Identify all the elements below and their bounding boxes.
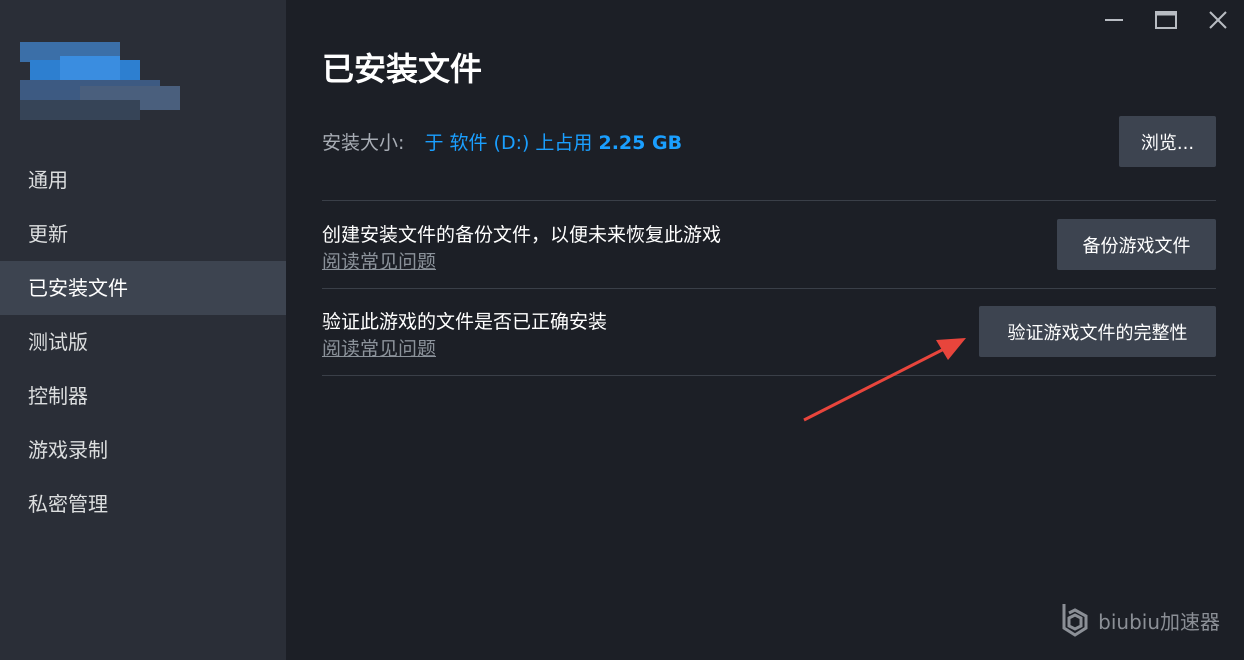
minimize-icon: [1105, 19, 1123, 21]
main-panel: 已安装文件 安装大小: 于 软件 (D:) 上占用 2.25 GB 浏览... …: [286, 0, 1244, 660]
backup-files-button[interactable]: 备份游戏文件: [1057, 219, 1216, 270]
divider: [322, 375, 1216, 376]
maximize-icon: [1155, 11, 1177, 29]
verify-faq-link[interactable]: 阅读常见问题: [322, 334, 436, 361]
install-size-row: 安装大小: 于 软件 (D:) 上占用 2.25 GB: [322, 128, 682, 155]
sidebar-item-controller[interactable]: 控制器: [0, 369, 286, 423]
watermark-text: biubiu加速器: [1098, 609, 1220, 634]
window-controls: [1088, 0, 1244, 40]
verify-integrity-button[interactable]: 验证游戏文件的完整性: [979, 306, 1216, 357]
install-size-value: 于 软件 (D:) 上占用 2.25 GB: [424, 132, 682, 154]
sidebar-item-privacy[interactable]: 私密管理: [0, 477, 286, 531]
close-button[interactable]: [1192, 0, 1244, 40]
sidebar-item-updates[interactable]: 更新: [0, 207, 286, 261]
page-title: 已安装文件: [322, 50, 483, 88]
watermark: biubiu加速器: [1060, 602, 1220, 638]
verify-description: 验证此游戏的文件是否已正确安装: [322, 311, 608, 333]
backup-description: 创建安装文件的备份文件，以便未来恢复此游戏: [322, 224, 722, 246]
sidebar-item-general[interactable]: 通用: [0, 153, 286, 207]
install-size-amount: 2.25 GB: [598, 132, 683, 154]
sidebar-item-game-recording[interactable]: 游戏录制: [0, 423, 286, 477]
sidebar-item-betas[interactable]: 测试版: [0, 315, 286, 369]
blurred-game-logo: [20, 42, 180, 120]
maximize-button[interactable]: [1140, 0, 1192, 40]
biubiu-logo-icon: [1062, 604, 1088, 637]
browse-button[interactable]: 浏览...: [1119, 116, 1216, 167]
sidebar: 通用 更新 已安装文件 测试版 控制器 游戏录制 私密管理: [0, 0, 286, 660]
divider: [322, 288, 1216, 289]
close-icon: [1209, 11, 1227, 29]
settings-window: 通用 更新 已安装文件 测试版 控制器 游戏录制 私密管理 已安装文件 安装大小…: [0, 0, 1244, 660]
sidebar-item-installed-files[interactable]: 已安装文件: [0, 261, 286, 315]
install-size-label: 安装大小:: [322, 132, 405, 154]
minimize-button[interactable]: [1088, 0, 1140, 40]
sidebar-nav: 通用 更新 已安装文件 测试版 控制器 游戏录制 私密管理: [0, 153, 286, 531]
install-size-location: 于 软件 (D:) 上占用: [424, 132, 593, 154]
backup-faq-link[interactable]: 阅读常见问题: [322, 247, 436, 274]
divider: [322, 200, 1216, 201]
red-arrow-annotation: [803, 338, 966, 422]
